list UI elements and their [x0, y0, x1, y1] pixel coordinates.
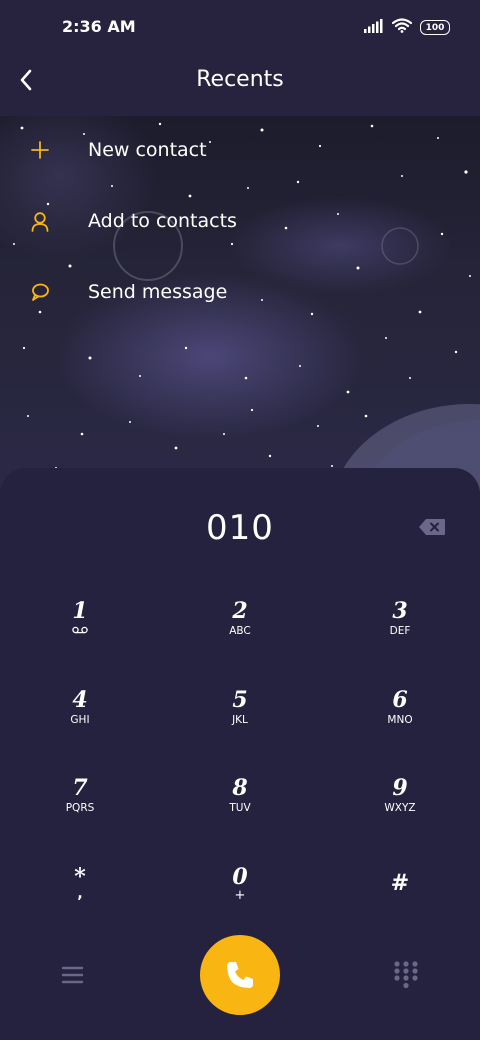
key-digit: 2	[232, 598, 248, 624]
key-5[interactable]: 5 JKL	[180, 687, 300, 767]
key-hash[interactable]: #	[340, 864, 460, 944]
send-message-action[interactable]: Send message	[0, 264, 480, 324]
add-to-contacts-action[interactable]: Add to contacts	[0, 193, 480, 253]
key-letters: MNO	[387, 714, 413, 726]
key-2[interactable]: 2 ABC	[180, 598, 300, 678]
key-digit: 3	[392, 598, 408, 624]
key-letters: DEF	[389, 625, 411, 637]
key-digit: 9	[392, 775, 408, 801]
key-7[interactable]: 7 PQRS	[20, 775, 140, 855]
key-8[interactable]: 8 TUV	[180, 775, 300, 855]
menu-icon[interactable]	[58, 962, 88, 988]
dialed-number: 010	[206, 508, 274, 548]
new-contact-action[interactable]: New contact	[0, 122, 480, 182]
key-digit: 7	[72, 775, 88, 801]
key-1[interactable]: 1	[20, 598, 140, 678]
plus-icon	[30, 140, 56, 166]
key-letters: TUV	[229, 802, 251, 814]
person-icon	[30, 211, 56, 237]
bottom-bar	[0, 935, 480, 1015]
add-to-contacts-label: Add to contacts	[88, 210, 237, 232]
phone-icon	[227, 962, 253, 988]
status-icons: 100	[364, 18, 450, 37]
app-bar: Recents	[0, 56, 480, 116]
key-letters: GHI	[70, 714, 90, 726]
key-digit: 5	[232, 687, 248, 713]
status-bar: 2:36 AM 100	[0, 0, 480, 56]
message-bubble-icon	[30, 282, 56, 308]
key-star[interactable]: * ,	[20, 864, 140, 944]
key-letters: ABC	[229, 625, 251, 637]
page-title: Recents	[196, 67, 284, 92]
signal-icon	[364, 18, 384, 37]
key-digit: 8	[232, 775, 248, 801]
send-message-label: Send message	[88, 281, 228, 303]
key-letters: +	[234, 888, 246, 903]
key-digit: #	[390, 870, 410, 896]
status-time: 2:36 AM	[62, 17, 136, 36]
key-digit: 4	[72, 687, 88, 713]
key-letters: WXYZ	[384, 802, 416, 814]
key-letters: ,	[77, 886, 83, 902]
key-digit: 0	[232, 864, 248, 890]
voicemail-icon	[20, 625, 140, 637]
key-0[interactable]: 0 +	[180, 864, 300, 944]
call-button[interactable]	[200, 935, 280, 1015]
key-6[interactable]: 6 MNO	[340, 687, 460, 767]
dialpad-icon[interactable]	[392, 960, 420, 990]
key-letters: JKL	[232, 714, 248, 726]
key-9[interactable]: 9 WXYZ	[340, 775, 460, 855]
key-3[interactable]: 3 DEF	[340, 598, 460, 678]
key-digit: 6	[392, 687, 408, 713]
battery-icon: 100	[420, 20, 450, 35]
new-contact-label: New contact	[88, 139, 207, 161]
dialer-screen: 2:36 AM 100 Recents New contact Add to c…	[0, 0, 480, 1040]
key-digit: 1	[72, 598, 88, 624]
key-letters: PQRS	[65, 802, 95, 814]
backspace-icon[interactable]	[418, 518, 446, 536]
key-4[interactable]: 4 GHI	[20, 687, 140, 767]
wifi-icon	[391, 18, 413, 37]
space-background: New contact Add to contacts Send message	[0, 116, 480, 496]
